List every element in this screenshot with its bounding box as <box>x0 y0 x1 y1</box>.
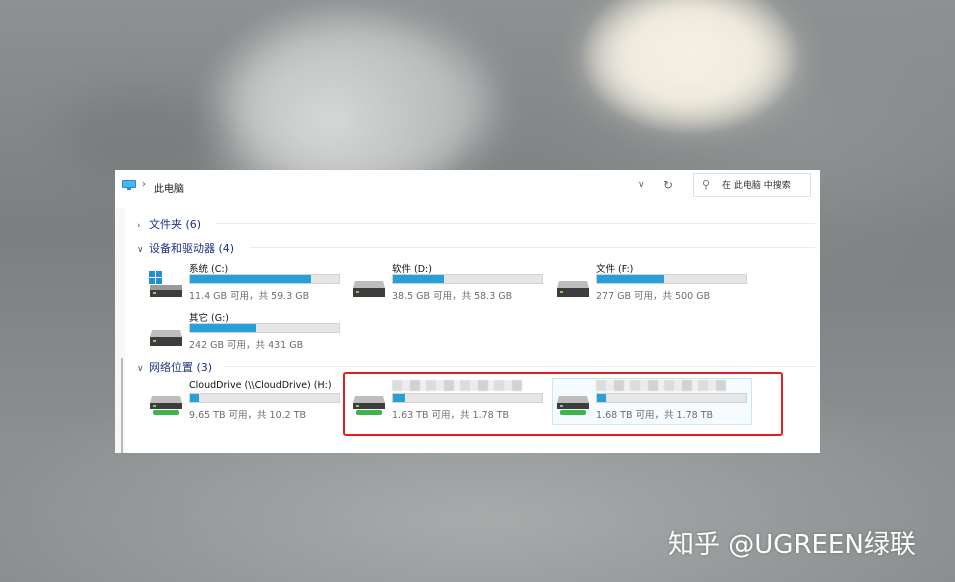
usage-bar <box>189 323 340 333</box>
drive-capacity: 9.65 TB 可用，共 10.2 TB <box>189 410 307 421</box>
drive-c[interactable]: 系统 (C:) 11.4 GB 可用，共 59.3 GB <box>149 263 349 305</box>
usage-bar-fill <box>597 394 606 402</box>
group-header-folders[interactable]: › 文件夹 (6) <box>137 216 201 232</box>
group-label-network: 网络位置 (3) <box>149 361 213 374</box>
search-icon: ⚲ <box>702 178 711 191</box>
background-shadow-blur <box>60 90 220 180</box>
usage-bar-fill <box>597 275 665 283</box>
address-box[interactable]: › 此电脑 ∨ ↻ <box>118 173 688 197</box>
search-input[interactable] <box>722 179 808 193</box>
drive-capacity: 1.63 TB 可用，共 1.78 TB <box>392 410 510 421</box>
group-header-devices[interactable]: ∨ 设备和驱动器 (4) <box>137 240 234 256</box>
group-header-network[interactable]: ∨ 网络位置 (3) <box>137 359 212 375</box>
drive-label: 其它 (G:) <box>189 313 229 324</box>
usage-bar <box>596 393 747 403</box>
background-cup-blur <box>590 0 790 120</box>
network-drive-nas-1[interactable]: 1.63 TB 可用，共 1.78 TB <box>352 380 552 424</box>
breadcrumb-this-pc[interactable]: 此电脑 <box>154 180 184 195</box>
chevron-right-icon: › <box>137 221 141 231</box>
drive-g[interactable]: 其它 (G:) 242 GB 可用，共 431 GB <box>149 312 349 354</box>
redacted-drive-name <box>596 380 726 391</box>
usage-bar <box>189 274 340 284</box>
drive-capacity: 11.4 GB 可用，共 59.3 GB <box>189 291 310 302</box>
group-label-folders: 文件夹 (6) <box>149 218 202 231</box>
drive-label: 文件 (F:) <box>596 264 634 275</box>
breadcrumb-separator: › <box>142 179 146 190</box>
chevron-down-icon: ∨ <box>137 364 144 374</box>
usage-bar <box>596 274 747 284</box>
usage-bar <box>392 393 543 403</box>
scrollbar-thumb[interactable] <box>121 358 123 453</box>
usage-bar-fill <box>190 324 256 332</box>
drive-label: CloudDrive (\\CloudDrive) (H:) <box>189 380 332 391</box>
drive-d[interactable]: 软件 (D:) 38.5 GB 可用，共 58.3 GB <box>352 263 552 305</box>
usage-bar <box>392 274 543 284</box>
background-blur <box>230 20 490 190</box>
hard-drive-icon <box>557 281 589 297</box>
file-explorer-window: › 此电脑 ∨ ↻ ⚲ › 文件夹 (6) ∨ 设备和驱动器 (4) 系统 (C:) <box>115 170 820 453</box>
drive-capacity: 1.68 TB 可用，共 1.78 TB <box>596 410 714 421</box>
network-drive-icon <box>353 396 385 415</box>
group-divider <box>250 247 815 248</box>
search-box[interactable]: ⚲ <box>693 173 811 197</box>
refresh-icon[interactable]: ↻ <box>663 178 673 192</box>
navigation-pane-edge <box>115 208 125 453</box>
usage-bar-fill <box>190 394 199 402</box>
drive-capacity: 277 GB 可用，共 500 GB <box>596 291 711 302</box>
drive-label: 软件 (D:) <box>392 264 432 275</box>
drive-capacity: 38.5 GB 可用，共 58.3 GB <box>392 291 513 302</box>
drive-f[interactable]: 文件 (F:) 277 GB 可用，共 500 GB <box>556 263 756 305</box>
network-drive-clouddrive[interactable]: CloudDrive (\\CloudDrive) (H:) 9.65 TB 可… <box>149 380 349 424</box>
windows-drive-icon <box>149 271 182 297</box>
network-drive-icon <box>150 396 182 415</box>
usage-bar-fill <box>393 394 405 402</box>
chevron-down-icon[interactable]: ∨ <box>638 180 645 190</box>
address-bar: › 此电脑 ∨ ↻ ⚲ <box>115 170 820 201</box>
network-drive-nas-2[interactable]: 1.68 TB 可用，共 1.78 TB <box>556 380 756 424</box>
redacted-drive-name <box>392 380 522 391</box>
watermark: 知乎 @UGREEN绿联 <box>668 530 916 560</box>
usage-bar-fill <box>190 275 311 283</box>
this-pc-icon <box>122 180 136 190</box>
chevron-down-icon: ∨ <box>137 245 144 255</box>
network-drive-icon <box>557 396 589 415</box>
hard-drive-icon <box>150 330 182 346</box>
drive-label: 系统 (C:) <box>189 264 229 275</box>
group-divider <box>223 366 815 367</box>
group-label-devices: 设备和驱动器 (4) <box>149 242 235 255</box>
group-divider <box>215 223 815 224</box>
drive-capacity: 242 GB 可用，共 431 GB <box>189 340 304 351</box>
usage-bar <box>189 393 340 403</box>
usage-bar-fill <box>393 275 444 283</box>
hard-drive-icon <box>353 281 385 297</box>
